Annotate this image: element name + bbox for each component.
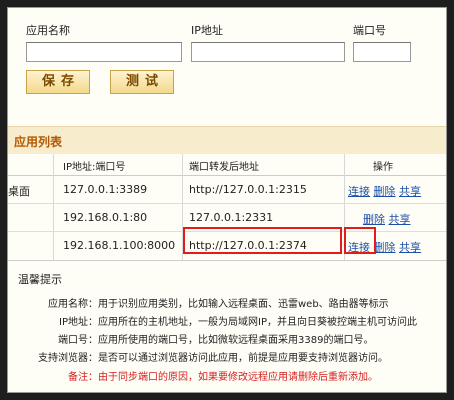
- tip-label: 备注：: [68, 372, 98, 383]
- forward-addr-highlight: [183, 227, 342, 254]
- ip-input[interactable]: [191, 42, 345, 62]
- forward-addr-cell: 127.0.0.1:2331: [189, 211, 274, 224]
- tip-label: IP地址：: [59, 317, 98, 328]
- app-name-cell: 桌面: [8, 185, 30, 198]
- tip-port: 端口号：应用所使用的端口号，比如微软远程桌面采用3389的端口号。: [18, 331, 373, 346]
- action-cell: 删除 共享: [363, 211, 443, 227]
- app-list-header: 应用列表: [8, 126, 446, 154]
- tip-label: 应用名称：: [48, 299, 98, 310]
- share-link[interactable]: 共享: [399, 241, 421, 254]
- tip-text: 应用所使用的端口号，比如微软远程桌面采用3389的端口号。: [98, 335, 374, 346]
- app-table-header: IP地址:端口号 端口转发后地址 操作: [8, 154, 446, 176]
- tips-title: 温馨提示: [18, 273, 62, 286]
- tip-text: 是否可以通过浏览器访问此应用，前提是应用要支持浏览器访问。: [98, 353, 388, 364]
- ip-port-cell: 127.0.0.1:3389: [63, 183, 148, 196]
- tip-browser: 支持浏览器：是否可以通过浏览器访问此应用，前提是应用要支持浏览器访问。: [18, 349, 388, 364]
- app-name-input[interactable]: [26, 42, 182, 62]
- table-row: 桌面 127.0.0.1:3389 http://127.0.0.1:2315 …: [8, 176, 446, 204]
- share-link[interactable]: 共享: [389, 213, 411, 226]
- tip-ip: IP地址：应用所在的主机地址，一般为局域网IP，并且向日葵被控端主机可访问此: [18, 313, 417, 328]
- tip-note: 备注：由于同步端口的原因，如果要修改远程应用请删除后重新添加。: [18, 368, 378, 383]
- tip-text: 应用所在的主机地址，一般为局域网IP，并且向日葵被控端主机可访问此: [98, 317, 417, 328]
- port-input[interactable]: [353, 42, 411, 62]
- delete-link[interactable]: 删除: [374, 185, 396, 198]
- connect-link-highlight: [344, 227, 376, 254]
- delete-link[interactable]: 删除: [374, 241, 396, 254]
- tip-label: 支持浏览器：: [38, 353, 98, 364]
- save-button[interactable]: 保存: [26, 70, 90, 94]
- action-cell: 连接 删除 共享: [348, 183, 443, 199]
- delete-link[interactable]: 删除: [363, 213, 385, 226]
- app-list-title: 应用列表: [14, 135, 63, 149]
- ip-port-cell: 192.168.0.1:80: [63, 211, 148, 224]
- add-app-form: 应用名称 IP地址 端口号 保存 测试: [8, 8, 446, 124]
- port-label: 端口号: [353, 24, 386, 37]
- tip-text: 用于识别应用类别，比如输入远程桌面、迅雷web、路由器等标示: [98, 299, 389, 310]
- ip-label: IP地址: [191, 24, 223, 37]
- col-forward-addr: 端口转发后地址: [189, 162, 259, 173]
- ip-port-cell: 192.168.1.100:8000: [63, 239, 176, 252]
- test-button[interactable]: 测试: [110, 70, 174, 94]
- col-action: 操作: [373, 162, 393, 173]
- connect-link[interactable]: 连接: [348, 185, 370, 198]
- share-link[interactable]: 共享: [399, 185, 421, 198]
- col-ip-port: IP地址:端口号: [63, 162, 126, 173]
- tip-text: 由于同步端口的原因，如果要修改远程应用请删除后重新添加。: [98, 372, 378, 383]
- tip-label: 端口号：: [58, 335, 98, 346]
- app-name-label: 应用名称: [26, 24, 70, 37]
- forward-addr-cell: http://127.0.0.1:2315: [189, 183, 307, 196]
- tip-app-name: 应用名称：用于识别应用类别，比如输入远程桌面、迅雷web、路由器等标示: [18, 295, 389, 310]
- tips-panel: 温馨提示 应用名称：用于识别应用类别，比如输入远程桌面、迅雷web、路由器等标示…: [8, 260, 446, 392]
- app-panel: 应用名称 IP地址 端口号 保存 测试 应用列表 IP地址:端口号 端口转发后地…: [7, 7, 447, 393]
